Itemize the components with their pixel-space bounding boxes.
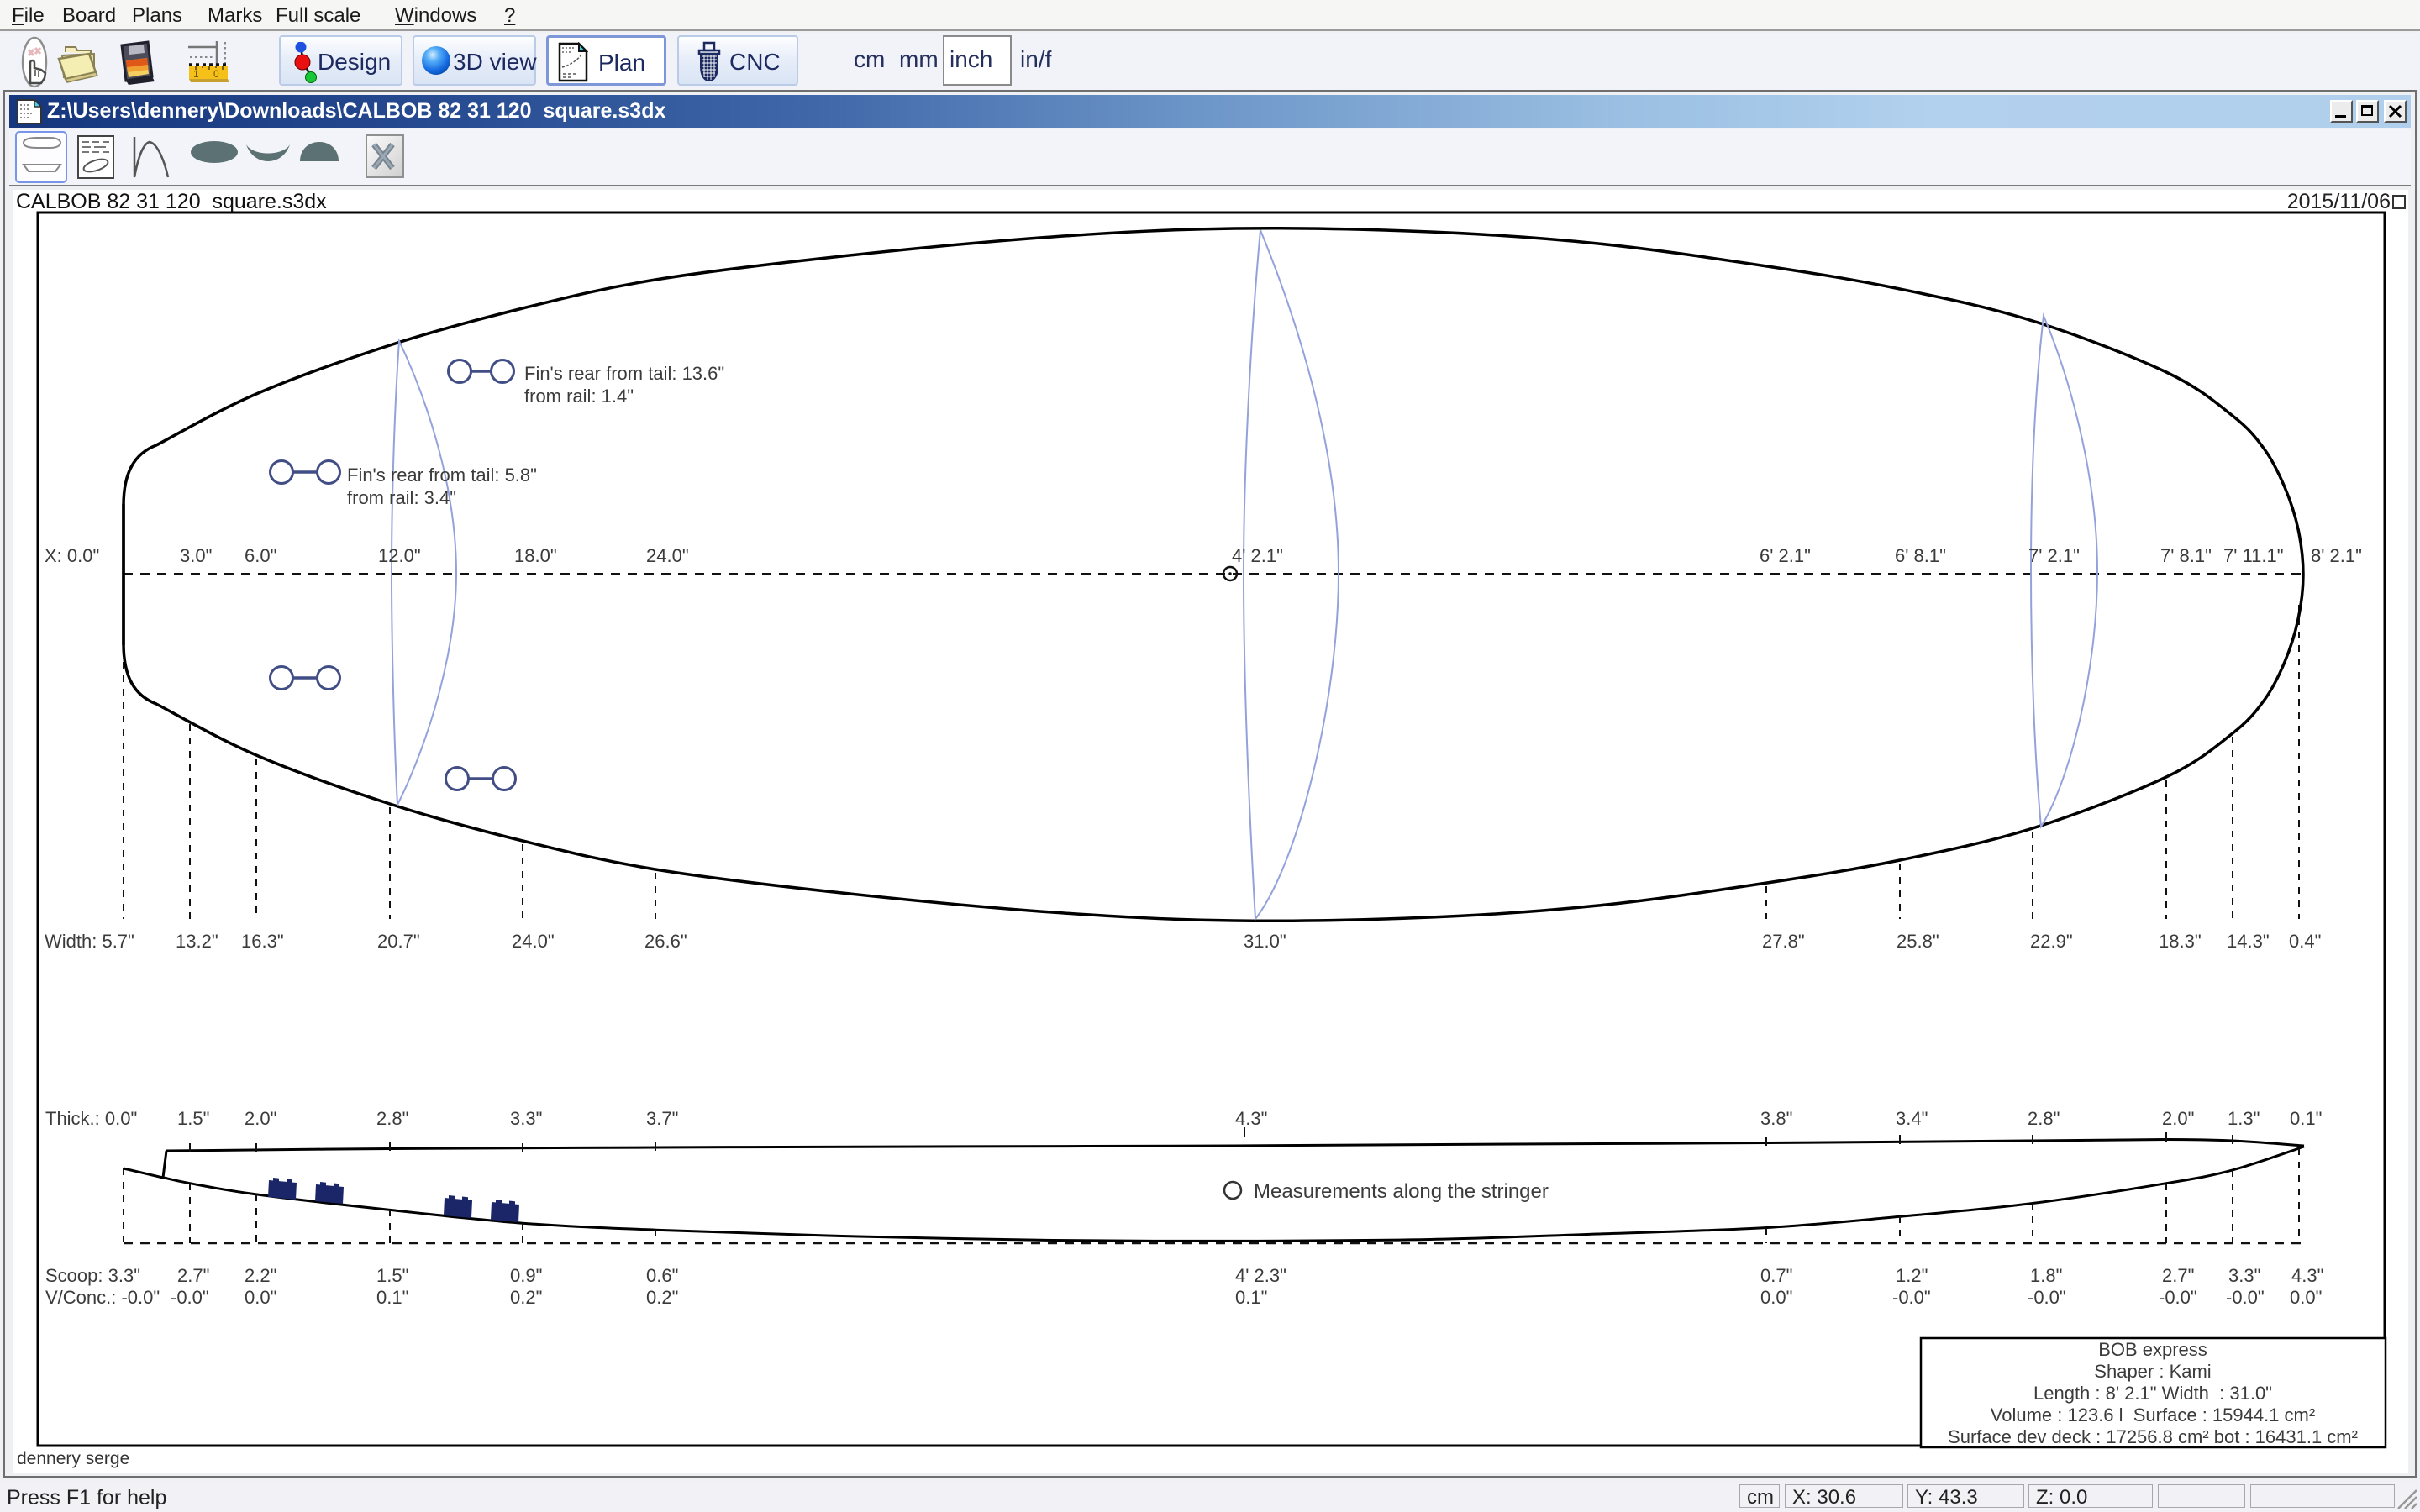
svg-text:0: 0 (213, 68, 219, 80)
svg-text:27.8": 27.8" (1762, 931, 1805, 952)
svg-text:0.4": 0.4" (2289, 931, 2321, 952)
svg-text:1.2": 1.2" (1896, 1265, 1928, 1286)
svg-text:22.9": 22.9" (2030, 931, 2073, 952)
svg-text:1.3": 1.3" (2228, 1108, 2260, 1129)
svg-text:3.7": 3.7" (646, 1108, 678, 1129)
svg-text:2.8": 2.8" (2028, 1108, 2060, 1129)
svg-text:0.2": 0.2" (646, 1287, 678, 1308)
svg-text:18.0": 18.0" (514, 545, 557, 566)
svg-text:Measurements along the stringe: Measurements along the stringer (1254, 1180, 1549, 1203)
svg-text:2.0": 2.0" (2162, 1108, 2194, 1129)
svg-text:2.0": 2.0" (245, 1108, 276, 1129)
svg-text:24.0": 24.0" (646, 545, 689, 566)
svg-text:1: 1 (193, 68, 199, 80)
svg-text:2.7": 2.7" (2162, 1265, 2194, 1286)
svg-text:-0.0": -0.0" (2226, 1287, 2265, 1308)
svg-text:25.8": 25.8" (1897, 931, 1939, 952)
svg-text:0.0": 0.0" (2290, 1287, 2322, 1308)
svg-text:20.7": 20.7" (377, 931, 420, 952)
svg-text:12.0": 12.0" (378, 545, 421, 566)
svg-text:0.0": 0.0" (245, 1287, 276, 1308)
svg-text:1.5": 1.5" (177, 1108, 209, 1129)
svg-text:Surface dev deck : 17256.8 cm²: Surface dev deck : 17256.8 cm² bot : 164… (1948, 1426, 2358, 1447)
svg-text:-0.0": -0.0" (2028, 1287, 2066, 1308)
svg-text:7' 8.1": 7' 8.1" (2160, 545, 2212, 566)
svg-text:Thick.: 0.0": Thick.: 0.0" (45, 1108, 137, 1129)
svg-text:-0.0": -0.0" (171, 1287, 209, 1308)
svg-text:Volume : 123.6 l Surface : 15: Volume : 123.6 l Surface : 15944.1 cm² (1991, 1404, 2315, 1425)
svg-text:Fin's rear from tail: 13.6": Fin's rear from tail: 13.6" (524, 363, 724, 384)
svg-text:6' 8.1": 6' 8.1" (1895, 545, 1946, 566)
svg-text:from rail: 1.4": from rail: 1.4" (524, 386, 634, 407)
svg-text:0.1": 0.1" (2290, 1108, 2322, 1129)
svg-text:3.3": 3.3" (2228, 1265, 2260, 1286)
svg-text:Scoop: 3.3": Scoop: 3.3" (45, 1265, 140, 1286)
svg-text:3.8": 3.8" (1760, 1108, 1792, 1129)
svg-text:0.0": 0.0" (1760, 1287, 1792, 1308)
svg-text:24.0": 24.0" (512, 931, 555, 952)
svg-text:Fin's rear from tail: 5.8": Fin's rear from tail: 5.8" (347, 465, 537, 486)
svg-text:6.0": 6.0" (245, 545, 276, 566)
svg-text:-0.0": -0.0" (2159, 1287, 2197, 1308)
svg-text:Shaper : Kami: Shaper : Kami (2094, 1361, 2211, 1382)
svg-text:BOB express: BOB express (2098, 1339, 2207, 1360)
svg-text:4' 2.3": 4' 2.3" (1235, 1265, 1286, 1286)
svg-text:4.3": 4.3" (1235, 1108, 1267, 1129)
svg-text:14.3": 14.3" (2227, 931, 2270, 952)
svg-text:7' 2.1": 7' 2.1" (2028, 545, 2080, 566)
svg-text:6' 2.1": 6' 2.1" (1760, 545, 1811, 566)
svg-text:26.6": 26.6" (644, 931, 687, 952)
svg-text:3.3": 3.3" (510, 1108, 542, 1129)
svg-text:1.5": 1.5" (376, 1265, 408, 1286)
svg-text:7' 11.1": 7' 11.1" (2223, 545, 2284, 566)
svg-text:0.1": 0.1" (1235, 1287, 1267, 1308)
svg-text:2.2": 2.2" (245, 1265, 276, 1286)
svg-text:from rail: 3.4": from rail: 3.4" (347, 487, 456, 508)
svg-text:3.4": 3.4" (1896, 1108, 1928, 1129)
svg-text:31.0": 31.0" (1244, 931, 1286, 952)
svg-text:0.1": 0.1" (376, 1287, 408, 1308)
svg-text:Width: 5.7": Width: 5.7" (45, 931, 134, 952)
svg-text:4' 2.1": 4' 2.1" (1232, 545, 1283, 566)
svg-text:13.2": 13.2" (176, 931, 218, 952)
svg-text:0.7": 0.7" (1760, 1265, 1792, 1286)
svg-text:0.6": 0.6" (646, 1265, 678, 1286)
svg-text:0.2": 0.2" (510, 1287, 542, 1308)
svg-text:-0.0": -0.0" (1892, 1287, 1931, 1308)
svg-text:V/Conc.: -0.0": V/Conc.: -0.0" (45, 1287, 160, 1308)
svg-text:1.8": 1.8" (2030, 1265, 2062, 1286)
svg-text:2.8": 2.8" (376, 1108, 408, 1129)
svg-text:8' 2.1": 8' 2.1" (2311, 545, 2362, 566)
svg-text:2.7": 2.7" (177, 1265, 209, 1286)
svg-text:3.0": 3.0" (180, 545, 212, 566)
svg-text:16.3": 16.3" (241, 931, 284, 952)
svg-text:X: 0.0": X: 0.0" (45, 545, 99, 566)
svg-text:4.3": 4.3" (2291, 1265, 2323, 1286)
svg-text:0.9": 0.9" (510, 1265, 542, 1286)
svg-text:18.3": 18.3" (2159, 931, 2202, 952)
svg-text:Length : 8' 2.1" Width : 31.0: Length : 8' 2.1" Width : 31.0" (2033, 1383, 2272, 1404)
